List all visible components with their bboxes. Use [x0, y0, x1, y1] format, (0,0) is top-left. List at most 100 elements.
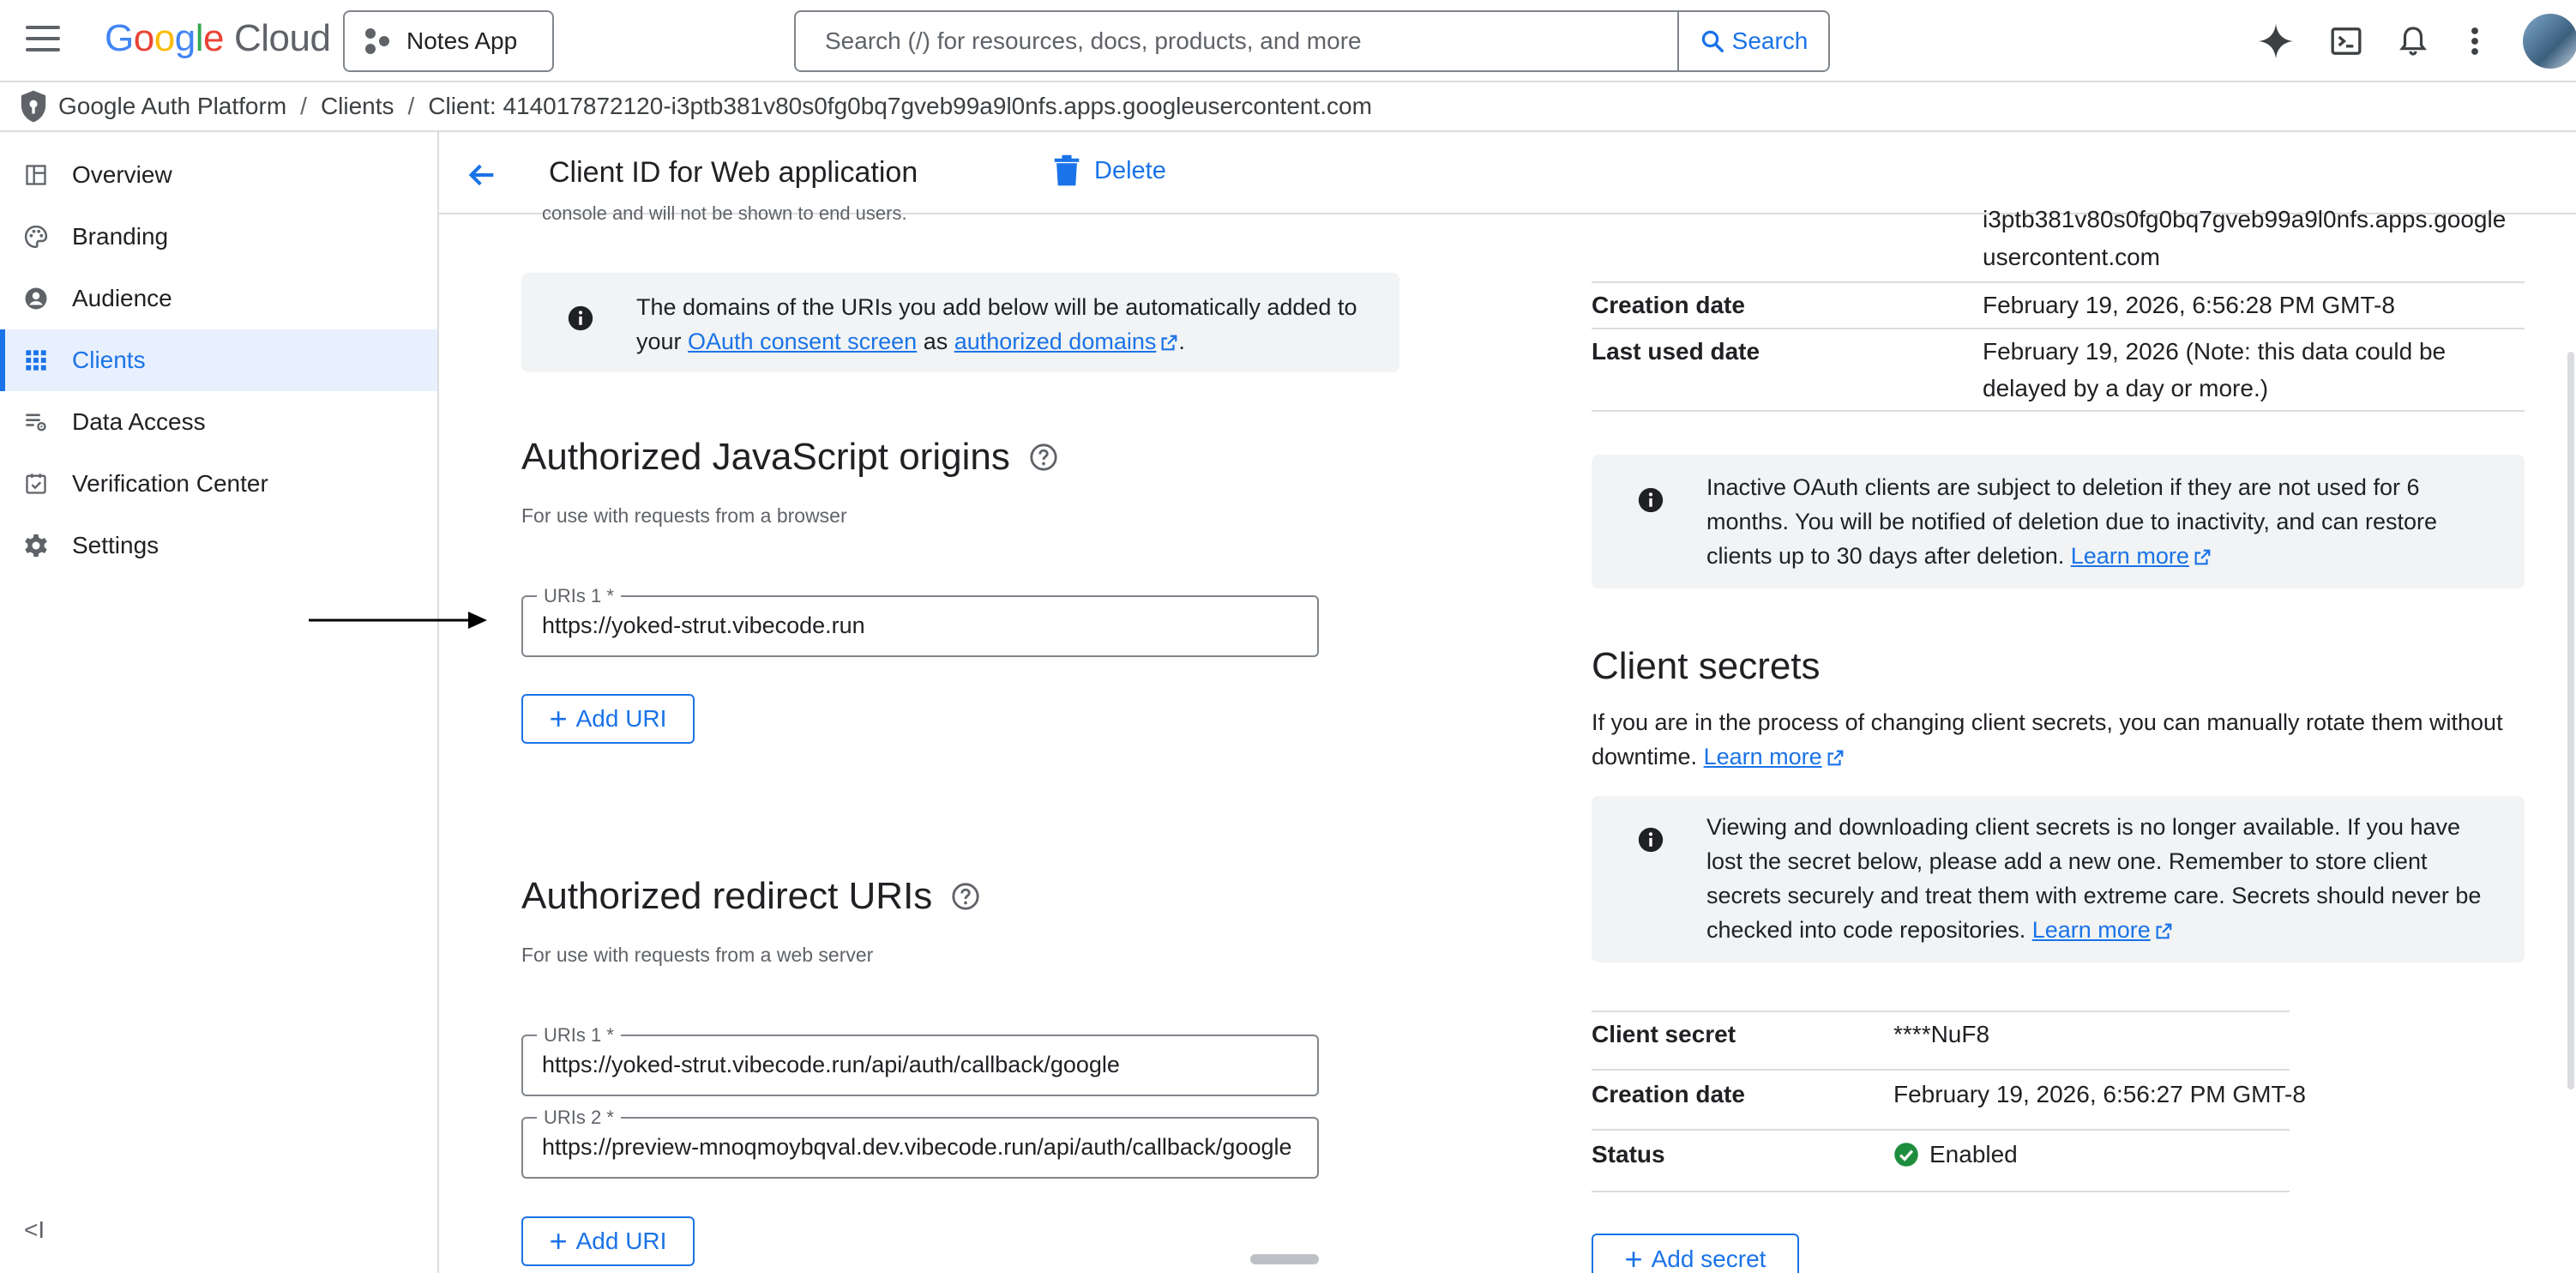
js-origin-uri-1-field: URIs 1 *	[521, 585, 1319, 657]
client-secrets-description: If you are in the process of changing cl…	[1592, 709, 2503, 769]
client-secrets-title: Client secrets	[1592, 645, 1821, 687]
divider	[1592, 281, 2525, 283]
learn-more-link[interactable]: Learn more	[1704, 744, 1822, 769]
project-icon	[365, 28, 391, 54]
help-icon[interactable]	[951, 882, 980, 911]
breadcrumb-clients[interactable]: Clients	[321, 93, 394, 120]
account-avatar[interactable]	[2523, 14, 2576, 69]
last-used-date-key: Last used date	[1592, 338, 1760, 365]
redirect-uri-1-label: URIs 1 *	[537, 1024, 621, 1047]
client-id-value-line-1: i3ptb381v80s0fg0bq7gveb99a9l0nfs.apps.go…	[1983, 206, 2507, 232]
dashboard-icon	[21, 160, 51, 190]
add-uri-label: Add URI	[575, 1228, 667, 1254]
learn-more-link[interactable]: Learn more	[2032, 917, 2151, 943]
sidebar-item-clients[interactable]: Clients	[0, 329, 437, 391]
info-icon	[1638, 487, 1664, 513]
sidebar-item-audience[interactable]: Audience	[0, 268, 437, 329]
js-origins-section-title: Authorized JavaScript origins	[521, 436, 1058, 479]
external-link-icon	[1827, 750, 1843, 766]
info-icon	[1638, 827, 1664, 853]
last-used-date-value-line-1: February 19, 2026 (Note: this data could…	[1983, 338, 2447, 365]
cloud-shell-icon[interactable]	[2322, 17, 2370, 65]
main-menu-icon[interactable]	[26, 26, 60, 57]
shield-icon	[21, 90, 46, 123]
page-title: Client ID for Web application	[549, 156, 918, 189]
collapse-sidebar-button[interactable]: <I	[24, 1216, 45, 1244]
breadcrumb-separator: /	[300, 93, 307, 119]
project-name: Notes App	[406, 27, 518, 54]
redirect-uri-2-label: URIs 2 *	[537, 1107, 621, 1129]
client-secrets-note-text: Viewing and downloading client secrets i…	[1706, 814, 2482, 943]
redirect-uri-1-input[interactable]	[542, 1052, 1305, 1078]
divider	[1592, 410, 2525, 412]
google-cloud-logo[interactable]: Google Cloud	[105, 17, 331, 60]
external-link-icon	[1161, 335, 1177, 351]
redirect-uris-subtitle: For use with requests from a web server	[521, 944, 874, 966]
sidebar-item-label: Overview	[72, 161, 172, 188]
inactive-clients-text: Inactive OAuth clients are subject to de…	[1706, 474, 2438, 569]
oauth-consent-screen-link[interactable]: OAuth consent screen	[688, 329, 917, 354]
client-secret-value: ****NuF8	[1893, 1021, 1990, 1047]
search-button-label: Search	[1731, 27, 1809, 54]
add-secret-label: Add secret	[1651, 1246, 1766, 1272]
client-id-value-line-2: usercontent.com	[1983, 244, 2160, 270]
sidebar-item-settings[interactable]: Settings	[0, 515, 437, 576]
divider	[1592, 328, 2525, 329]
sidebar-item-overview[interactable]: Overview	[0, 144, 437, 206]
palette-icon	[21, 221, 51, 252]
client-secret-key: Client secret	[1592, 1021, 1736, 1047]
breadcrumb-google-auth-platform[interactable]: Google Auth Platform	[58, 93, 286, 120]
breadcrumb-current-client: Client: 414017872120-i3ptb381v80s0fg0bq7…	[428, 93, 1372, 119]
sidebar-item-label: Data Access	[72, 408, 206, 435]
add-secret-button[interactable]: + Add secret	[1592, 1234, 1799, 1273]
plus-icon: +	[549, 1223, 568, 1258]
status-badge: Enabled	[1893, 1141, 2018, 1168]
domains-info-note: The domains of the URIs you add below wi…	[521, 273, 1399, 372]
inactive-clients-note: Inactive OAuth clients are subject to de…	[1592, 455, 2525, 588]
trash-icon	[1054, 154, 1080, 186]
authorized-domains-link[interactable]: authorized domains	[954, 329, 1157, 354]
plus-icon: +	[549, 701, 568, 736]
back-arrow-icon[interactable]	[465, 158, 499, 196]
delete-button[interactable]: Delete	[1053, 154, 1166, 187]
redirect-uris-section-title: Authorized redirect URIs	[521, 875, 980, 918]
person-icon	[21, 283, 51, 314]
divider	[1592, 1069, 2290, 1071]
horizontal-scrollbar[interactable]	[1250, 1254, 1319, 1264]
verified-icon	[21, 468, 51, 499]
sidebar-item-label: Settings	[72, 532, 159, 558]
sidebar-item-label: Verification Center	[72, 470, 268, 497]
gemini-sparkle-icon[interactable]	[2252, 17, 2300, 65]
vertical-scrollbar[interactable]	[2567, 352, 2574, 1089]
sidebar-item-data-access[interactable]: Data Access	[0, 391, 437, 453]
redirect-uri-2-input[interactable]	[542, 1134, 1305, 1161]
more-vert-icon[interactable]	[2458, 17, 2492, 65]
notifications-icon[interactable]	[2389, 17, 2437, 65]
redirect-uri-2-field: URIs 2 *	[521, 1107, 1319, 1179]
breadcrumb-separator: /	[407, 93, 415, 119]
js-origin-uri-1-input[interactable]	[542, 612, 1305, 639]
redirect-uri-1-field: URIs 1 *	[521, 1024, 1319, 1096]
status-value: Enabled	[1929, 1141, 2018, 1167]
divider	[1592, 1011, 2290, 1012]
apps-grid-icon	[21, 345, 51, 376]
sidebar-item-verification-center[interactable]: Verification Center	[0, 453, 437, 515]
add-js-origin-uri-button[interactable]: + Add URI	[521, 694, 695, 744]
settings-icon	[21, 530, 51, 561]
check-circle-icon	[1894, 1143, 1918, 1167]
sidebar-item-branding[interactable]: Branding	[0, 206, 437, 268]
add-redirect-uri-button[interactable]: + Add URI	[521, 1216, 695, 1266]
sidebar-item-label: Branding	[72, 223, 169, 250]
external-link-icon	[2194, 549, 2211, 565]
learn-more-link[interactable]: Learn more	[2071, 543, 2189, 569]
sidebar: Overview Branding Audience Clients Data …	[0, 132, 439, 1273]
add-uri-label: Add URI	[575, 705, 667, 732]
search-input[interactable]	[796, 12, 1677, 70]
divider	[1592, 1191, 2290, 1192]
search-button[interactable]: Search	[1677, 12, 1828, 70]
plus-icon: +	[1624, 1241, 1643, 1273]
help-icon[interactable]	[1029, 443, 1058, 472]
client-secrets-note: Viewing and downloading client secrets i…	[1592, 796, 2525, 962]
project-picker-button[interactable]: Notes App	[343, 10, 554, 72]
info-icon	[568, 305, 593, 331]
